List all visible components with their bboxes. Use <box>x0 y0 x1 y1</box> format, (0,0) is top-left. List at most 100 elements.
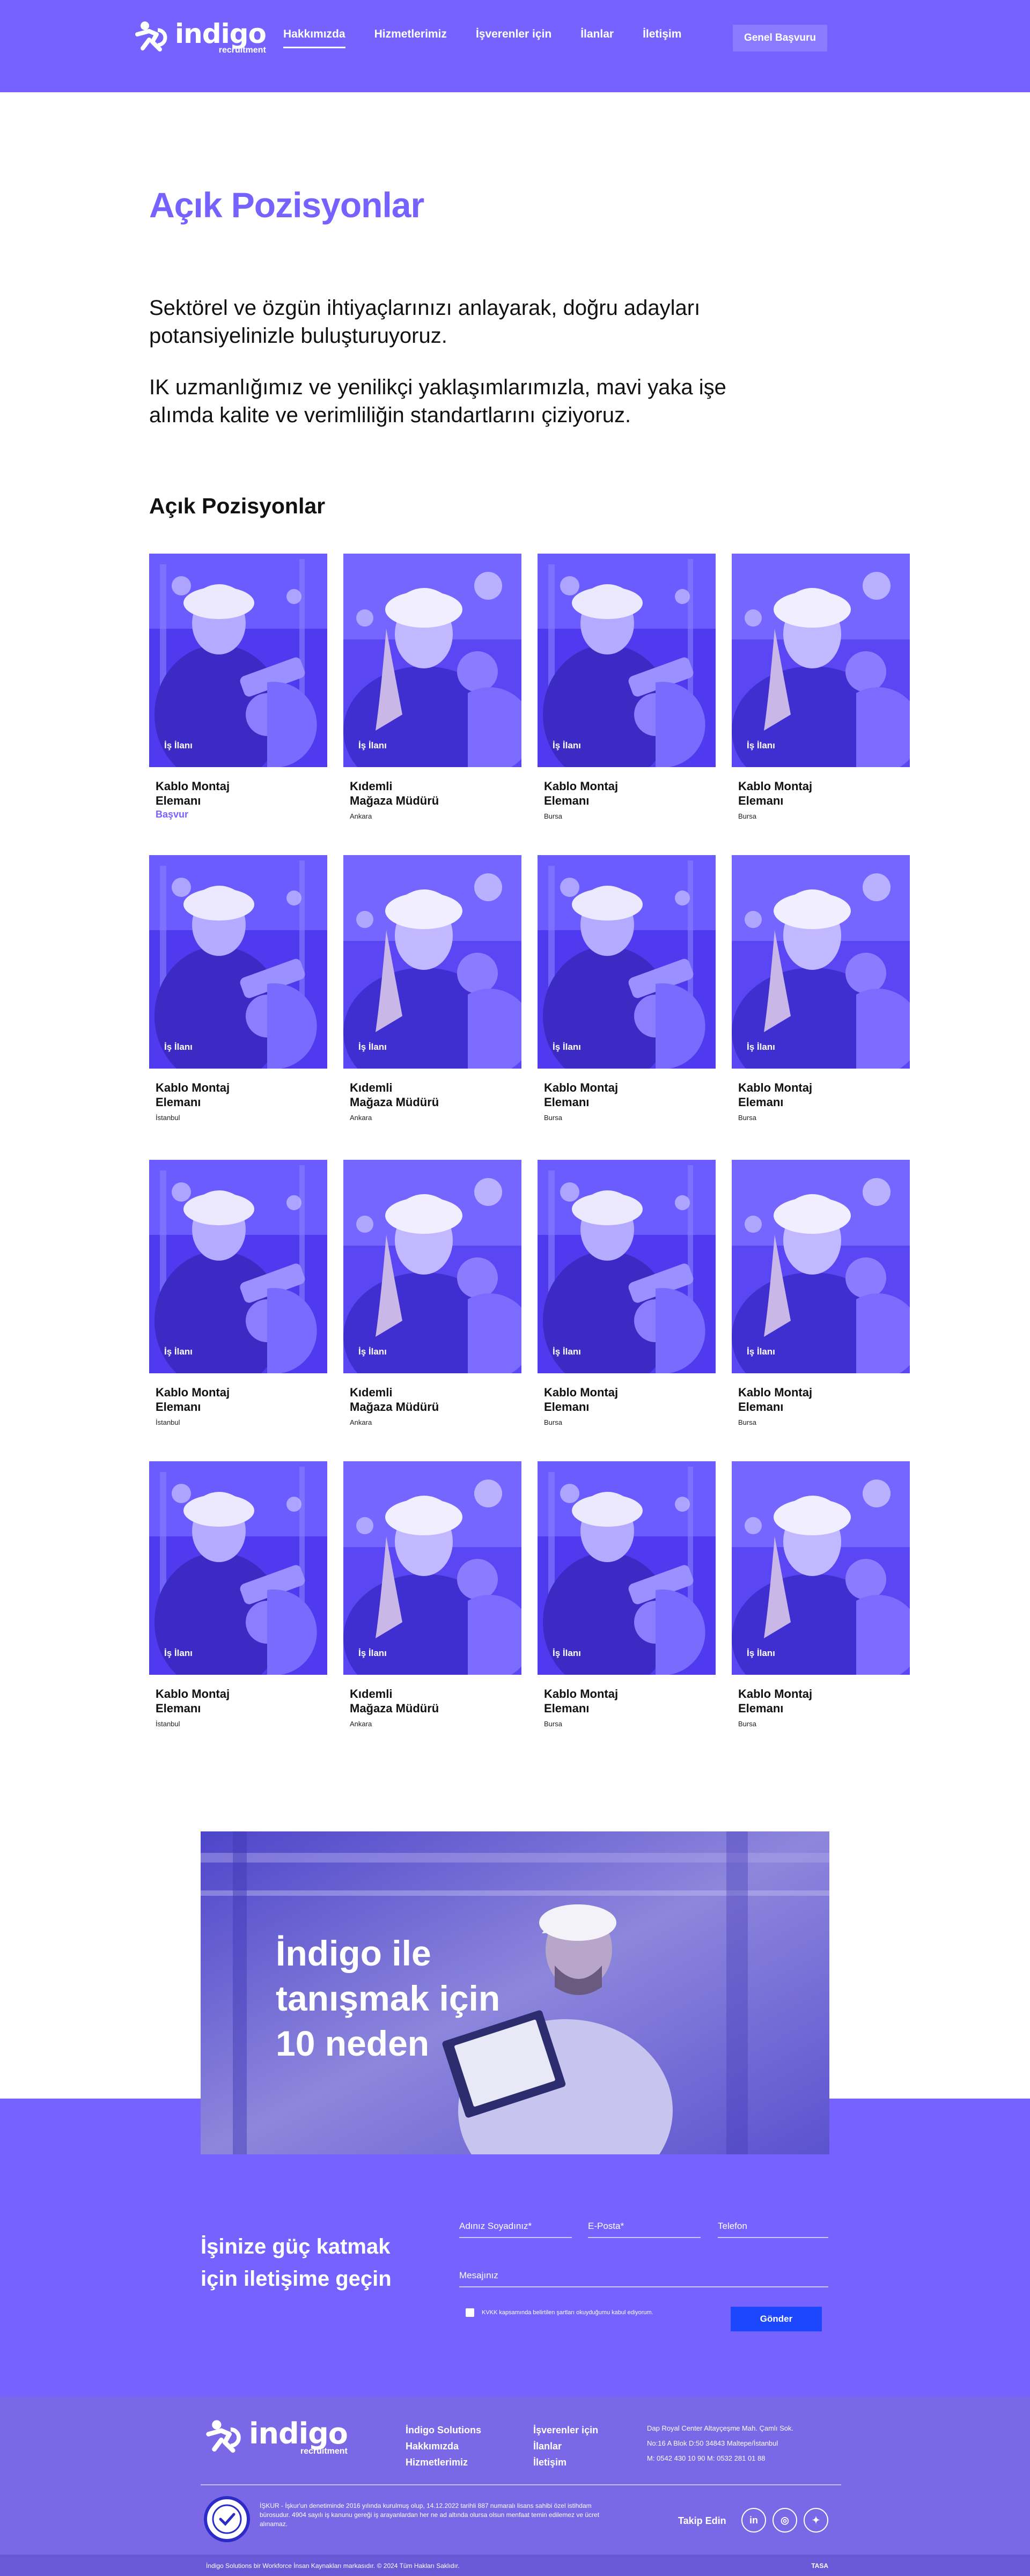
email-field[interactable] <box>588 2221 701 2238</box>
phone-field[interactable] <box>718 2221 828 2238</box>
nav-item-isverenler[interactable]: İşverenler için <box>476 28 551 48</box>
submit-button[interactable]: Gönder <box>731 2307 822 2331</box>
main-nav: Hakkımızda Hizmetlerimiz İşverenler için… <box>283 28 710 48</box>
job-tag: İş İlanı <box>164 1346 193 1357</box>
job-card[interactable]: İş İlanı Kablo Montaj Elemanı Başvur <box>149 554 327 820</box>
job-city: Bursa <box>738 1720 756 1728</box>
nav-item-hakkimizda[interactable]: Hakkımızda <box>283 28 345 48</box>
job-card[interactable]: İş İlanı Kıdemli Mağaza Müdürü Ankara <box>343 1160 521 1426</box>
job-title[interactable]: Kablo Montaj Elemanı <box>544 1080 716 1109</box>
runner-logo-icon <box>206 2420 241 2453</box>
job-card-photo: İş İlanı <box>149 1461 327 1675</box>
job-title[interactable]: Kablo Montaj Elemanı <box>156 1080 327 1109</box>
apply-link[interactable]: Başvur <box>156 809 327 820</box>
job-city: İstanbul <box>156 1720 180 1728</box>
job-card[interactable]: İş İlanı Kıdemli Mağaza Müdürü Ankara <box>343 554 521 820</box>
kvkk-label: KVKK kapsamında belirtilen şartları okuy… <box>482 2309 653 2316</box>
job-card-photo: İş İlanı <box>343 1461 521 1675</box>
nav-item-hizmetlerimiz[interactable]: Hizmetlerimiz <box>374 28 447 48</box>
footer-link-indigo-solutions[interactable]: İndigo Solutions <box>406 2422 481 2438</box>
job-city: İstanbul <box>156 1114 180 1122</box>
job-city: Ankara <box>350 1418 372 1426</box>
job-card[interactable]: İş İlanı Kablo Montaj Elemanı Bursa <box>732 1461 910 1728</box>
intro-paragraph-1: Sektörel ve özgün ihtiyaçlarınızı anlaya… <box>149 296 701 348</box>
job-tag: İş İlanı <box>358 740 387 750</box>
footer-link-iletisim[interactable]: İletişim <box>533 2454 598 2470</box>
brand-logo[interactable]: indigo recruitment <box>133 18 267 57</box>
job-title[interactable]: Kablo Montaj Elemanı <box>156 1385 327 1414</box>
job-city: Ankara <box>350 812 372 820</box>
job-title[interactable]: Kıdemli Mağaza Müdürü <box>350 1687 521 1716</box>
agency-credit[interactable]: TASA <box>811 2562 828 2570</box>
job-card[interactable]: İş İlanı Kablo Montaj Elemanı Bursa <box>538 1461 716 1728</box>
job-card-photo: İş İlanı <box>343 554 521 767</box>
footer-logo[interactable]: indigo recruitment <box>204 2417 348 2459</box>
job-card-photo: İş İlanı <box>149 554 327 767</box>
job-city: Bursa <box>738 1114 756 1122</box>
phone-input[interactable] <box>718 2221 828 2232</box>
job-city: Bursa <box>544 812 562 820</box>
job-card[interactable]: İş İlanı Kablo Montaj Elemanı Bursa <box>732 855 910 1122</box>
footer-link-hakkimizda[interactable]: Hakkımızda <box>406 2438 481 2454</box>
job-tag: İş İlanı <box>553 1648 581 1658</box>
promo-banner[interactable]: İndigo ile tanışmak için 10 neden <box>201 1831 829 2154</box>
job-tag: İş İlanı <box>747 1346 775 1357</box>
job-city: Bursa <box>738 812 756 820</box>
job-title[interactable]: Kablo Montaj Elemanı <box>738 1080 910 1109</box>
job-card[interactable]: İş İlanı Kablo Montaj Elemanı Bursa <box>538 1160 716 1426</box>
job-card-photo: İş İlanı <box>732 855 910 1069</box>
name-input[interactable] <box>459 2221 572 2232</box>
intro-text: Sektörel ve özgün ihtiyaçlarınızı anlaya… <box>149 294 729 429</box>
message-field[interactable] <box>459 2270 828 2287</box>
footer-link-ilanlar[interactable]: İlanlar <box>533 2438 598 2454</box>
runner-logo-icon <box>135 21 167 51</box>
job-title[interactable]: Kıdemli Mağaza Müdürü <box>350 1080 521 1109</box>
job-card[interactable]: İş İlanı Kablo Montaj Elemanı İstanbul <box>149 1160 327 1426</box>
message-input[interactable] <box>459 2270 828 2281</box>
nav-item-ilanlar[interactable]: İlanlar <box>580 28 614 48</box>
instagram-icon[interactable]: ◎ <box>772 2508 797 2533</box>
job-title[interactable]: Kablo Montaj Elemanı <box>544 779 716 808</box>
nav-item-iletisim[interactable]: İletişim <box>643 28 681 48</box>
job-title[interactable]: Kıdemli Mağaza Müdürü <box>350 779 521 808</box>
intro-paragraph-2: IK uzmanlığımız ve yenilikçi yaklaşımlar… <box>149 376 726 427</box>
footer-address: Dap Royal Center Altayçeşme Mah. Çamlı S… <box>647 2424 794 2462</box>
job-title[interactable]: Kablo Montaj Elemanı <box>738 1687 910 1716</box>
site-footer: indigo recruitment İndigo Solutions Hakk… <box>0 2396 1030 2576</box>
job-card-photo: İş İlanı <box>149 1160 327 1373</box>
footer-legal-text: İŞKUR - İşkur'un denetiminde 2016 yılınd… <box>260 2502 600 2528</box>
job-card[interactable]: İş İlanı Kablo Montaj Elemanı İstanbul <box>149 855 327 1122</box>
copyright-text: İndigo Solutions bir Workforce İnsan Kay… <box>206 2562 460 2570</box>
job-title[interactable]: Kablo Montaj Elemanı <box>738 779 910 808</box>
twitter-icon[interactable]: ✦ <box>804 2508 828 2533</box>
contact-title: İşinize güç katmak için iletişime geçin <box>201 2235 392 2291</box>
job-title[interactable]: Kıdemli Mağaza Müdürü <box>350 1385 521 1414</box>
footer-links-2: İşverenler için İlanlar İletişim <box>533 2422 598 2470</box>
kvkk-consent[interactable]: KVKK kapsamında belirtilen şartları okuy… <box>466 2308 653 2317</box>
footer-link-isverenler[interactable]: İşverenler için <box>533 2422 598 2438</box>
job-card[interactable]: İş İlanı Kablo Montaj Elemanı Bursa <box>732 1160 910 1426</box>
job-card[interactable]: İş İlanı Kıdemli Mağaza Müdürü Ankara <box>343 855 521 1122</box>
job-title[interactable]: Kablo Montaj Elemanı <box>156 779 327 808</box>
footer-link-hizmetlerimiz[interactable]: Hizmetlerimiz <box>406 2454 481 2470</box>
job-title[interactable]: Kablo Montaj Elemanı <box>544 1687 716 1716</box>
linkedin-icon[interactable]: in <box>741 2508 766 2533</box>
job-card[interactable]: İş İlanı Kablo Montaj Elemanı Bursa <box>538 554 716 820</box>
job-card[interactable]: İş İlanı Kablo Montaj Elemanı Bursa <box>732 554 910 820</box>
footer-bottom-bar: İndigo Solutions bir Workforce İnsan Kay… <box>0 2555 1030 2576</box>
job-card-photo: İş İlanı <box>149 855 327 1069</box>
footer-brand-name: indigo <box>249 2417 348 2450</box>
job-card[interactable]: İş İlanı Kıdemli Mağaza Müdürü Ankara <box>343 1461 521 1728</box>
job-title[interactable]: Kablo Montaj Elemanı <box>156 1687 327 1716</box>
job-card[interactable]: İş İlanı Kablo Montaj Elemanı İstanbul <box>149 1461 327 1728</box>
job-tag: İş İlanı <box>358 1346 387 1357</box>
job-city: İstanbul <box>156 1418 180 1426</box>
general-application-button[interactable]: Genel Başvuru <box>733 25 827 51</box>
name-field[interactable] <box>459 2221 572 2238</box>
kvkk-checkbox[interactable] <box>466 2308 474 2317</box>
email-input[interactable] <box>588 2221 701 2232</box>
job-title[interactable]: Kablo Montaj Elemanı <box>738 1385 910 1414</box>
job-title[interactable]: Kablo Montaj Elemanı <box>544 1385 716 1414</box>
footer-divider <box>201 2484 841 2485</box>
job-card[interactable]: İş İlanı Kablo Montaj Elemanı Bursa <box>538 855 716 1122</box>
